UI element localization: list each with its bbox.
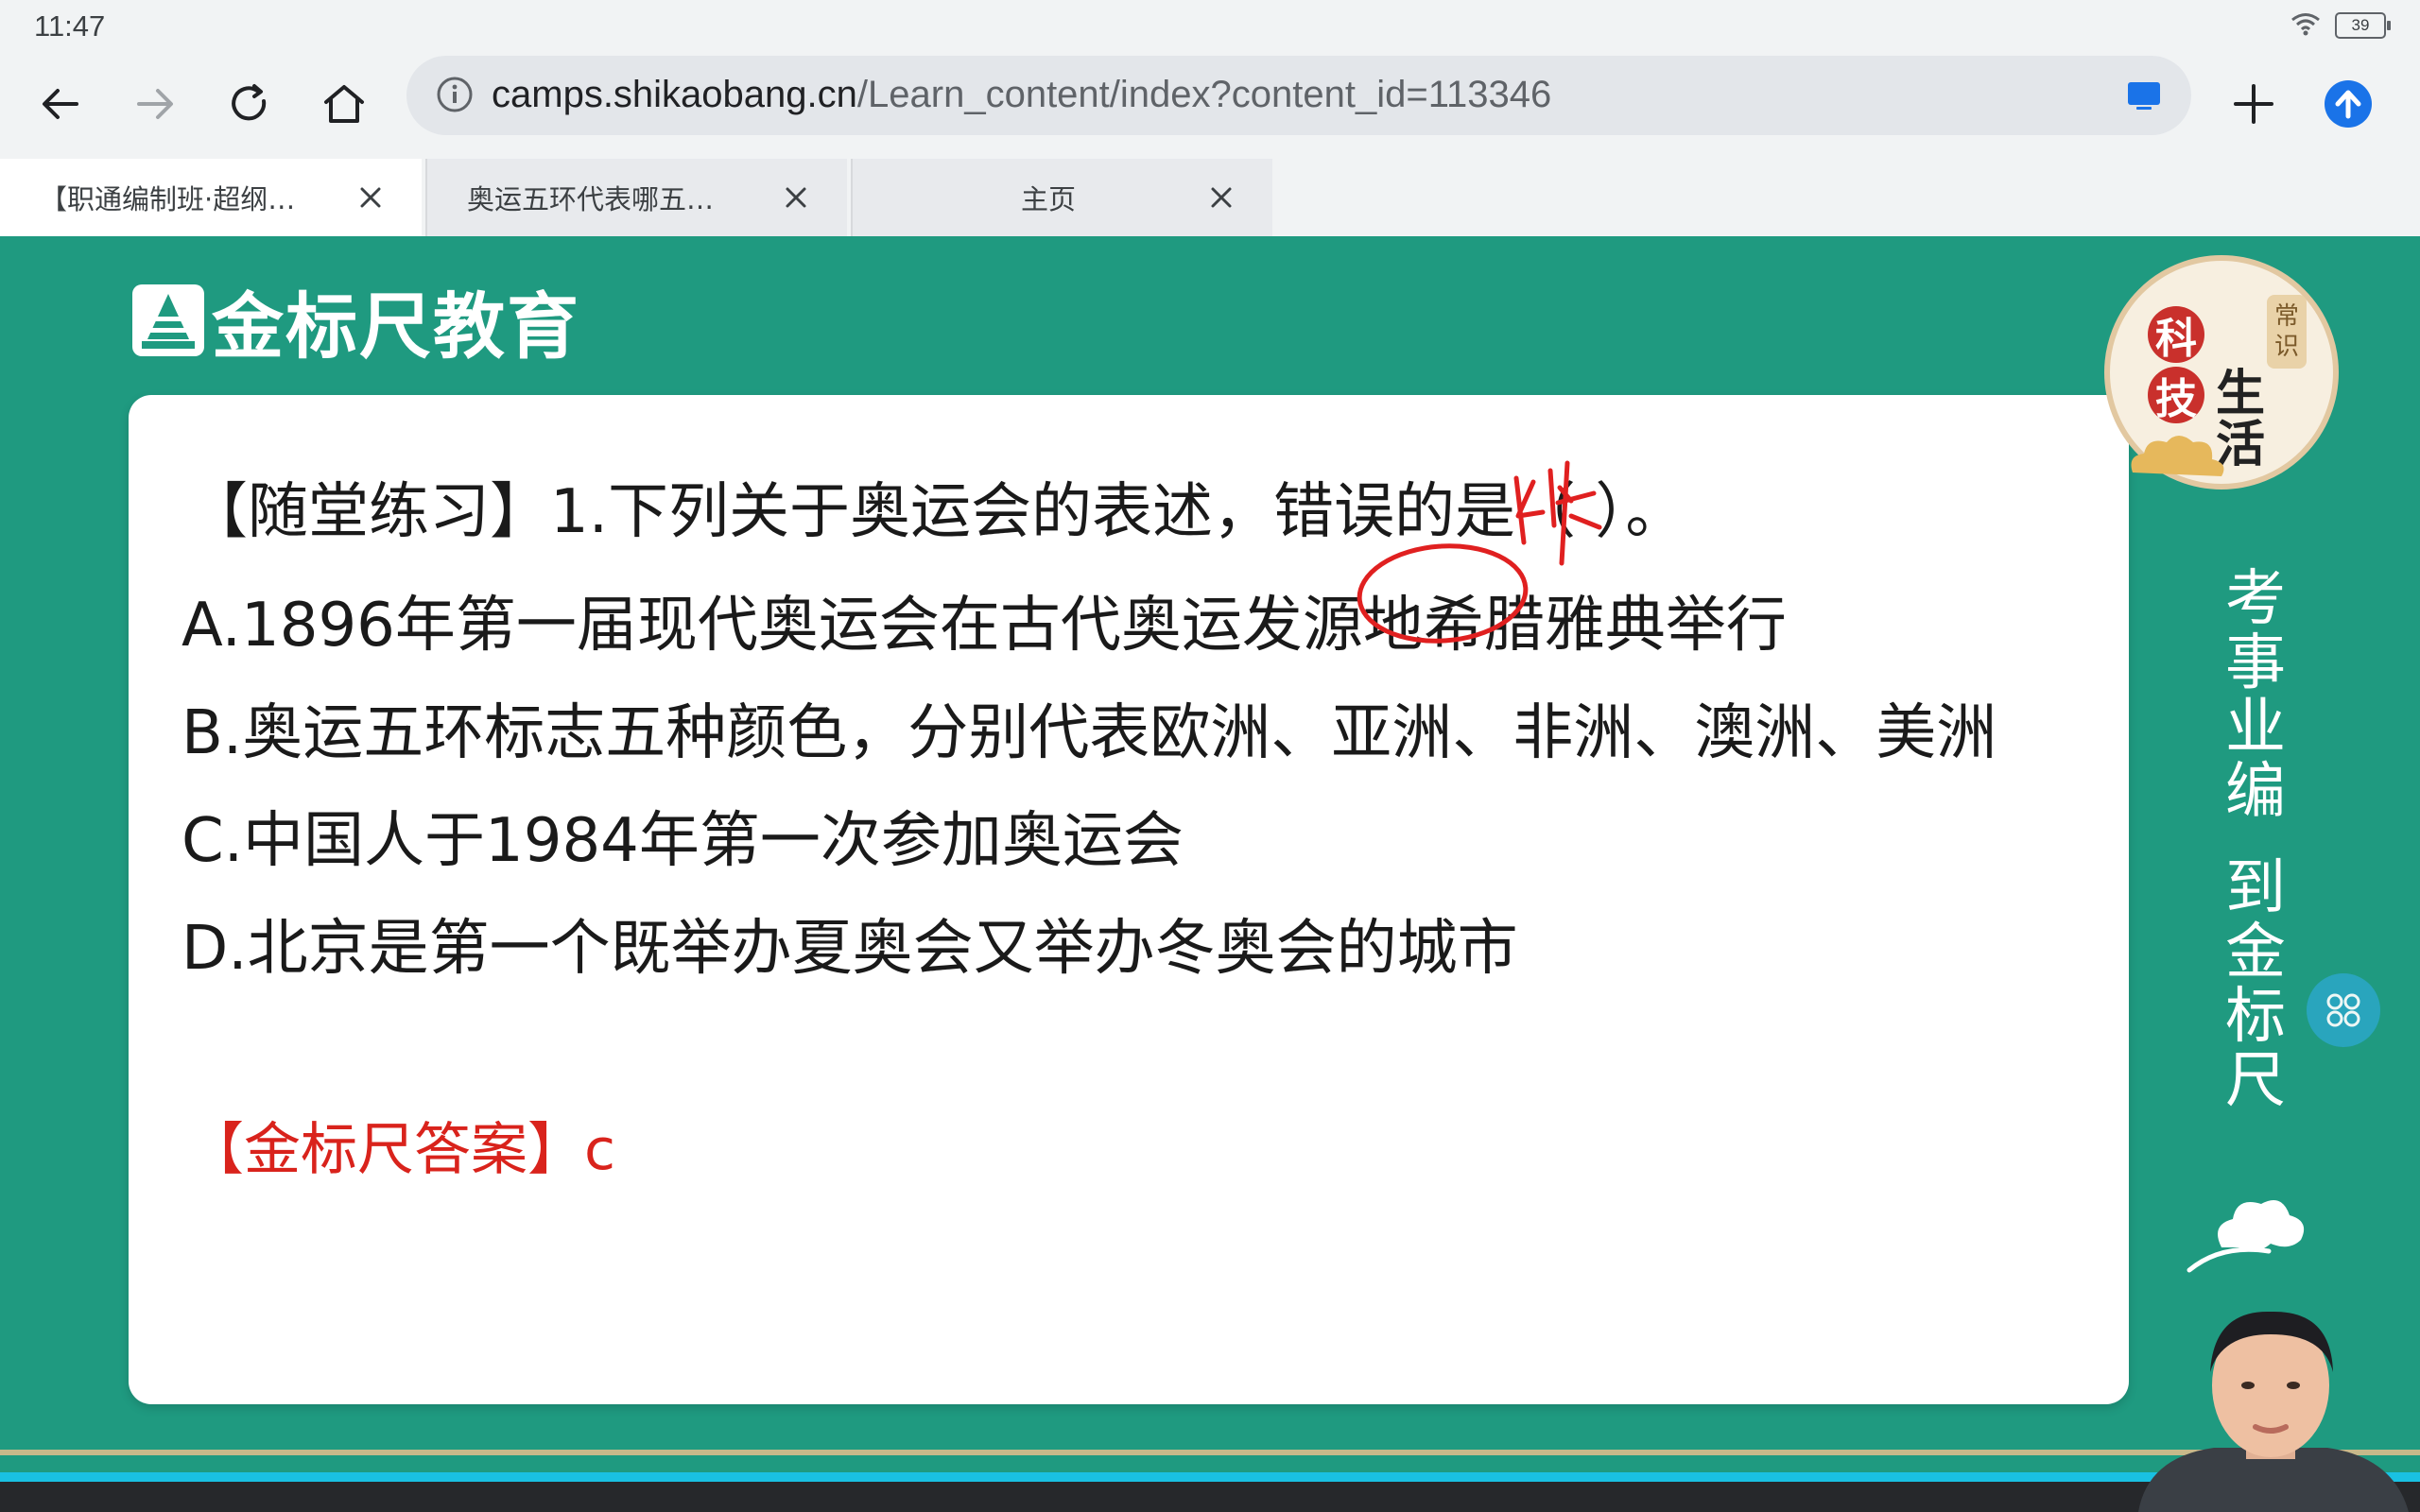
slogan-char: 到: [2225, 853, 2286, 923]
home-icon: [324, 85, 364, 123]
upload-arrow-icon: [2325, 80, 2372, 128]
close-tab-icon[interactable]: [779, 180, 813, 215]
answer-text: 【金标尺答案】c: [187, 1117, 615, 1183]
screen-cast-icon[interactable]: [2125, 77, 2163, 118]
presenter-video: [2138, 1311, 2409, 1512]
option-c: C.中国人于1984年第一次参加奥运会: [182, 806, 1184, 876]
update-button[interactable]: [2312, 68, 2384, 140]
reload-icon: [232, 84, 267, 121]
tab-olympic-rings[interactable]: 奥运五环代表哪五…: [425, 159, 847, 236]
url-text[interactable]: camps.shikaobang.cn/Learn_content/index?…: [492, 74, 1551, 116]
badge-tag: 常 识: [2267, 295, 2307, 369]
slogan-char: 考: [2225, 564, 2286, 634]
forward-arrow-icon: [137, 89, 173, 119]
slogan-char: 业: [2225, 693, 2286, 763]
slogan-char: 标: [2225, 982, 2286, 1052]
slogan-char: 尺: [2225, 1046, 2286, 1116]
tab-title: 主页: [1020, 183, 1076, 215]
back-button[interactable]: [25, 68, 96, 140]
cloud-icon: [2131, 436, 2224, 476]
home-button[interactable]: [308, 68, 380, 140]
wifi-icon: [2290, 11, 2322, 40]
pagoda-logo-icon: [132, 284, 204, 356]
url-path: /Learn_content/index?content_id=113346: [856, 74, 1552, 115]
status-bar: 11:47 39: [0, 0, 2420, 53]
status-time: 11:47: [34, 9, 106, 43]
plus-icon: [2234, 84, 2273, 124]
reload-button[interactable]: [214, 68, 285, 140]
video-progress-bar[interactable]: [0, 1472, 2420, 1482]
tab-home[interactable]: 主页: [851, 159, 1272, 236]
slogan-char: 金: [2225, 918, 2286, 988]
grid-icon: [2326, 993, 2360, 1027]
forward-button[interactable]: [119, 68, 191, 140]
logo-text: 金标尺教育: [212, 284, 580, 369]
slogan-char: 编: [2225, 757, 2286, 827]
topic-badge: 科 技 生 活 常 识: [2104, 255, 2339, 490]
badge-char: 科: [2148, 306, 2204, 363]
badge-tag-char: 常: [2273, 302, 2299, 331]
slogan-char: 事: [2225, 628, 2286, 698]
tab-title: 奥运五环代表哪五…: [467, 183, 715, 215]
url-host: camps.shikaobang.cn: [492, 74, 857, 115]
browser-toolbar: camps.shikaobang.cn/Learn_content/index?…: [0, 53, 2420, 155]
question-card: 【随堂练习】1.下列关于奥运会的表述，错误的是（ ）。 A.1896年第一届现代…: [129, 395, 2129, 1404]
back-arrow-icon: [43, 89, 78, 119]
badge-tag-char: 识: [2273, 333, 2299, 361]
battery-indicator: 39: [2335, 12, 2391, 39]
floating-menu-button[interactable]: [2307, 973, 2380, 1047]
close-tab-icon[interactable]: [354, 180, 388, 215]
new-tab-button[interactable]: [2218, 68, 2290, 140]
status-icons: 39: [2290, 11, 2391, 40]
side-slogan: 考 事 业 编 到 金 标 尺: [2218, 567, 2293, 1113]
address-bar[interactable]: camps.shikaobang.cn/Learn_content/index?…: [406, 56, 2191, 135]
decor-stripe: [0, 1450, 2420, 1455]
video-bottom-bar: [0, 1482, 2420, 1512]
close-tab-icon[interactable]: [1204, 180, 1238, 215]
video-slide[interactable]: 金标尺教育 【随堂练习】1.下列关于奥运会的表述，错误的是（ ）。 A.1896…: [0, 236, 2420, 1512]
tab-title: 【职通编制班·超纲…: [40, 183, 296, 215]
tab-strip: 【职通编制班·超纲… 奥运五环代表哪五… 主页: [0, 155, 2420, 236]
badge-char: 技: [2148, 367, 2204, 423]
handwritten-annotation: [1357, 460, 1602, 644]
tab-course[interactable]: 【职通编制班·超纲…: [0, 159, 422, 236]
cloud-swirl-icon: [2187, 1200, 2305, 1273]
site-info-icon[interactable]: [435, 75, 475, 118]
brand-logo: 金标尺教育: [130, 268, 580, 372]
option-d: D.北京是第一个既举办夏奥会又举办冬奥会的城市: [182, 914, 1518, 984]
option-b: B.奥运五环标志五种颜色，分别代表欧洲、亚洲、非洲、澳洲、美洲: [182, 698, 1997, 768]
